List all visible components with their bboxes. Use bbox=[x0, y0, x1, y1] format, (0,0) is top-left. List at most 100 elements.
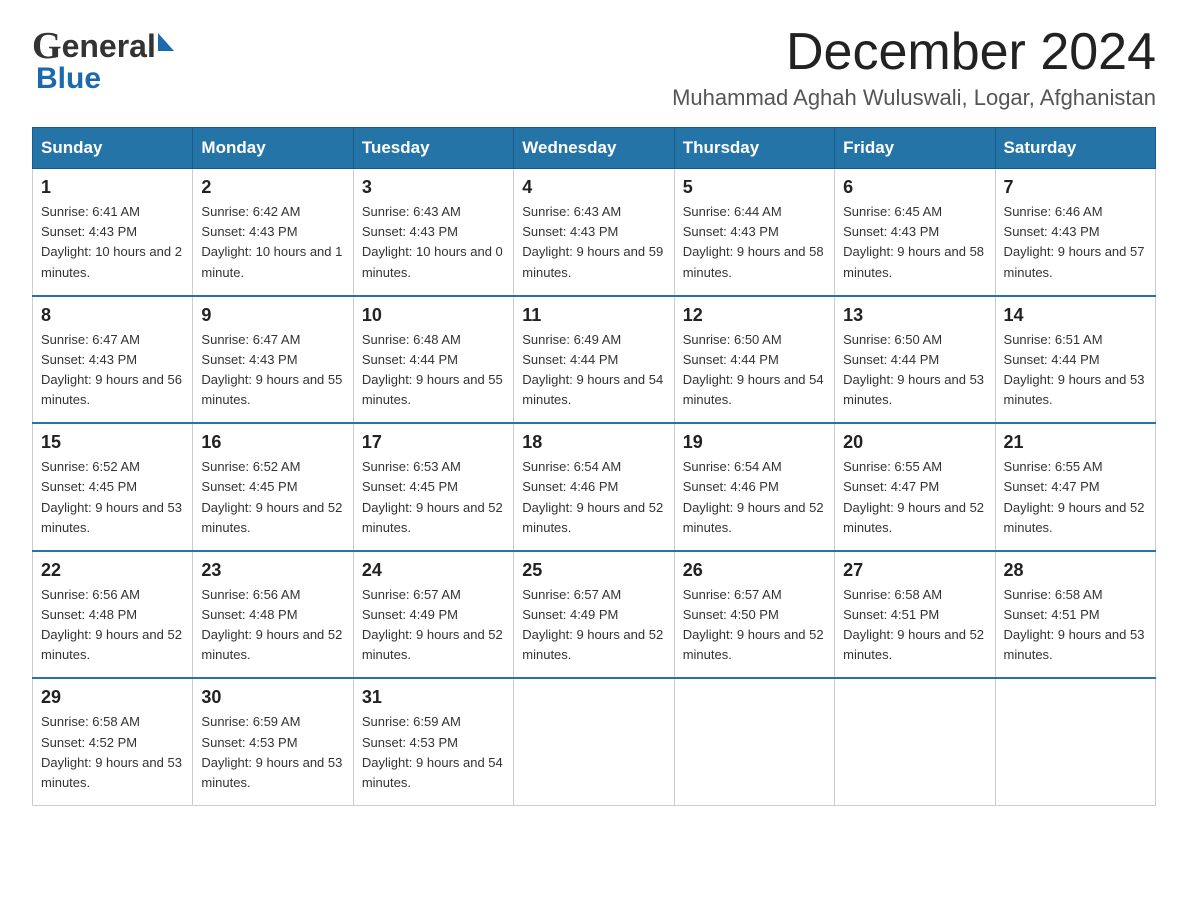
calendar-cell: 17 Sunrise: 6:53 AMSunset: 4:45 PMDayligh… bbox=[353, 423, 513, 551]
calendar-cell bbox=[835, 678, 995, 805]
calendar-cell: 25 Sunrise: 6:57 AMSunset: 4:49 PMDayligh… bbox=[514, 551, 674, 679]
day-info: Sunrise: 6:48 AMSunset: 4:44 PMDaylight:… bbox=[362, 330, 505, 411]
calendar-table: SundayMondayTuesdayWednesdayThursdayFrid… bbox=[32, 127, 1156, 806]
day-info: Sunrise: 6:47 AMSunset: 4:43 PMDaylight:… bbox=[41, 330, 184, 411]
day-number: 22 bbox=[41, 560, 184, 581]
day-number: 7 bbox=[1004, 177, 1147, 198]
calendar-cell bbox=[514, 678, 674, 805]
day-number: 14 bbox=[1004, 305, 1147, 326]
location-title: Muhammad Aghah Wuluswali, Logar, Afghani… bbox=[672, 85, 1156, 111]
day-number: 25 bbox=[522, 560, 665, 581]
day-info: Sunrise: 6:56 AMSunset: 4:48 PMDaylight:… bbox=[201, 585, 344, 666]
day-number: 8 bbox=[41, 305, 184, 326]
day-info: Sunrise: 6:52 AMSunset: 4:45 PMDaylight:… bbox=[41, 457, 184, 538]
day-info: Sunrise: 6:56 AMSunset: 4:48 PMDaylight:… bbox=[41, 585, 184, 666]
day-number: 17 bbox=[362, 432, 505, 453]
calendar-cell: 18 Sunrise: 6:54 AMSunset: 4:46 PMDayligh… bbox=[514, 423, 674, 551]
day-number: 16 bbox=[201, 432, 344, 453]
day-info: Sunrise: 6:58 AMSunset: 4:51 PMDaylight:… bbox=[843, 585, 986, 666]
calendar-cell: 24 Sunrise: 6:57 AMSunset: 4:49 PMDayligh… bbox=[353, 551, 513, 679]
day-number: 4 bbox=[522, 177, 665, 198]
week-row-3: 15 Sunrise: 6:52 AMSunset: 4:45 PMDayligh… bbox=[33, 423, 1156, 551]
day-info: Sunrise: 6:59 AMSunset: 4:53 PMDaylight:… bbox=[362, 712, 505, 793]
calendar-cell: 21Sunrise: 6:55 AMSunset: 4:47 PMDayligh… bbox=[995, 423, 1155, 551]
day-number: 30 bbox=[201, 687, 344, 708]
calendar-cell: 23 Sunrise: 6:56 AMSunset: 4:48 PMDayligh… bbox=[193, 551, 353, 679]
calendar-cell: 6Sunrise: 6:45 AMSunset: 4:43 PMDaylight… bbox=[835, 169, 995, 296]
calendar-cell: 26Sunrise: 6:57 AMSunset: 4:50 PMDayligh… bbox=[674, 551, 834, 679]
day-info: Sunrise: 6:58 AMSunset: 4:52 PMDaylight:… bbox=[41, 712, 184, 793]
day-number: 15 bbox=[41, 432, 184, 453]
calendar-cell: 14 Sunrise: 6:51 AMSunset: 4:44 PMDayligh… bbox=[995, 296, 1155, 424]
weekday-header-row: SundayMondayTuesdayWednesdayThursdayFrid… bbox=[33, 128, 1156, 169]
day-number: 18 bbox=[522, 432, 665, 453]
day-number: 1 bbox=[41, 177, 184, 198]
week-row-5: 29 Sunrise: 6:58 AMSunset: 4:52 PMDayligh… bbox=[33, 678, 1156, 805]
calendar-cell: 12Sunrise: 6:50 AMSunset: 4:44 PMDayligh… bbox=[674, 296, 834, 424]
calendar-cell: 30Sunrise: 6:59 AMSunset: 4:53 PMDayligh… bbox=[193, 678, 353, 805]
week-row-1: 1Sunrise: 6:41 AMSunset: 4:43 PMDaylight… bbox=[33, 169, 1156, 296]
day-number: 19 bbox=[683, 432, 826, 453]
calendar-cell: 22 Sunrise: 6:56 AMSunset: 4:48 PMDayligh… bbox=[33, 551, 193, 679]
day-info: Sunrise: 6:47 AMSunset: 4:43 PMDaylight:… bbox=[201, 330, 344, 411]
day-number: 2 bbox=[201, 177, 344, 198]
day-info: Sunrise: 6:54 AMSunset: 4:46 PMDaylight:… bbox=[522, 457, 665, 538]
day-number: 9 bbox=[201, 305, 344, 326]
calendar-cell: 3Sunrise: 6:43 AMSunset: 4:43 PMDaylight… bbox=[353, 169, 513, 296]
day-number: 13 bbox=[843, 305, 986, 326]
calendar-cell: 29 Sunrise: 6:58 AMSunset: 4:52 PMDayligh… bbox=[33, 678, 193, 805]
day-info: Sunrise: 6:53 AMSunset: 4:45 PMDaylight:… bbox=[362, 457, 505, 538]
day-number: 5 bbox=[683, 177, 826, 198]
day-info: Sunrise: 6:43 AMSunset: 4:43 PMDaylight:… bbox=[522, 202, 665, 283]
week-row-4: 22 Sunrise: 6:56 AMSunset: 4:48 PMDayligh… bbox=[33, 551, 1156, 679]
calendar-cell: 13 Sunrise: 6:50 AMSunset: 4:44 PMDayligh… bbox=[835, 296, 995, 424]
weekday-header-saturday: Saturday bbox=[995, 128, 1155, 169]
day-info: Sunrise: 6:42 AMSunset: 4:43 PMDaylight:… bbox=[201, 202, 344, 283]
day-info: Sunrise: 6:46 AMSunset: 4:43 PMDaylight:… bbox=[1004, 202, 1147, 283]
day-info: Sunrise: 6:55 AMSunset: 4:47 PMDaylight:… bbox=[843, 457, 986, 538]
day-info: Sunrise: 6:57 AMSunset: 4:49 PMDaylight:… bbox=[522, 585, 665, 666]
month-title: December 2024 bbox=[672, 24, 1156, 81]
calendar-cell: 10 Sunrise: 6:48 AMSunset: 4:44 PMDayligh… bbox=[353, 296, 513, 424]
day-number: 12 bbox=[683, 305, 826, 326]
day-number: 11 bbox=[522, 305, 665, 326]
calendar-cell: 16 Sunrise: 6:52 AMSunset: 4:45 PMDayligh… bbox=[193, 423, 353, 551]
calendar-cell: 4 Sunrise: 6:43 AMSunset: 4:43 PMDaylight… bbox=[514, 169, 674, 296]
calendar-cell: 15 Sunrise: 6:52 AMSunset: 4:45 PMDayligh… bbox=[33, 423, 193, 551]
weekday-header-monday: Monday bbox=[193, 128, 353, 169]
calendar-cell: 20 Sunrise: 6:55 AMSunset: 4:47 PMDayligh… bbox=[835, 423, 995, 551]
day-number: 31 bbox=[362, 687, 505, 708]
day-info: Sunrise: 6:50 AMSunset: 4:44 PMDaylight:… bbox=[843, 330, 986, 411]
calendar-cell: 11 Sunrise: 6:49 AMSunset: 4:44 PMDayligh… bbox=[514, 296, 674, 424]
logo-triangle-icon bbox=[158, 33, 174, 51]
calendar-cell: 19Sunrise: 6:54 AMSunset: 4:46 PMDayligh… bbox=[674, 423, 834, 551]
logo-eneral: eneral bbox=[62, 28, 156, 65]
calendar-cell: 27 Sunrise: 6:58 AMSunset: 4:51 PMDayligh… bbox=[835, 551, 995, 679]
day-number: 26 bbox=[683, 560, 826, 581]
weekday-header-thursday: Thursday bbox=[674, 128, 834, 169]
day-info: Sunrise: 6:49 AMSunset: 4:44 PMDaylight:… bbox=[522, 330, 665, 411]
day-info: Sunrise: 6:51 AMSunset: 4:44 PMDaylight:… bbox=[1004, 330, 1147, 411]
logo-blue: Blue bbox=[32, 62, 101, 96]
day-info: Sunrise: 6:45 AMSunset: 4:43 PMDaylight:… bbox=[843, 202, 986, 283]
day-number: 27 bbox=[843, 560, 986, 581]
weekday-header-wednesday: Wednesday bbox=[514, 128, 674, 169]
day-number: 24 bbox=[362, 560, 505, 581]
day-number: 23 bbox=[201, 560, 344, 581]
calendar-cell: 7 Sunrise: 6:46 AMSunset: 4:43 PMDaylight… bbox=[995, 169, 1155, 296]
day-info: Sunrise: 6:57 AMSunset: 4:49 PMDaylight:… bbox=[362, 585, 505, 666]
calendar-cell: 28Sunrise: 6:58 AMSunset: 4:51 PMDayligh… bbox=[995, 551, 1155, 679]
calendar-cell: 9 Sunrise: 6:47 AMSunset: 4:43 PMDaylight… bbox=[193, 296, 353, 424]
calendar-cell: 2 Sunrise: 6:42 AMSunset: 4:43 PMDaylight… bbox=[193, 169, 353, 296]
day-info: Sunrise: 6:43 AMSunset: 4:43 PMDaylight:… bbox=[362, 202, 505, 283]
logo: G eneral Blue bbox=[32, 24, 174, 96]
weekday-header-friday: Friday bbox=[835, 128, 995, 169]
day-number: 29 bbox=[41, 687, 184, 708]
calendar-cell: 1Sunrise: 6:41 AMSunset: 4:43 PMDaylight… bbox=[33, 169, 193, 296]
day-number: 10 bbox=[362, 305, 505, 326]
day-number: 21 bbox=[1004, 432, 1147, 453]
day-number: 20 bbox=[843, 432, 986, 453]
day-info: Sunrise: 6:52 AMSunset: 4:45 PMDaylight:… bbox=[201, 457, 344, 538]
calendar-cell bbox=[995, 678, 1155, 805]
day-info: Sunrise: 6:44 AMSunset: 4:43 PMDaylight:… bbox=[683, 202, 826, 283]
